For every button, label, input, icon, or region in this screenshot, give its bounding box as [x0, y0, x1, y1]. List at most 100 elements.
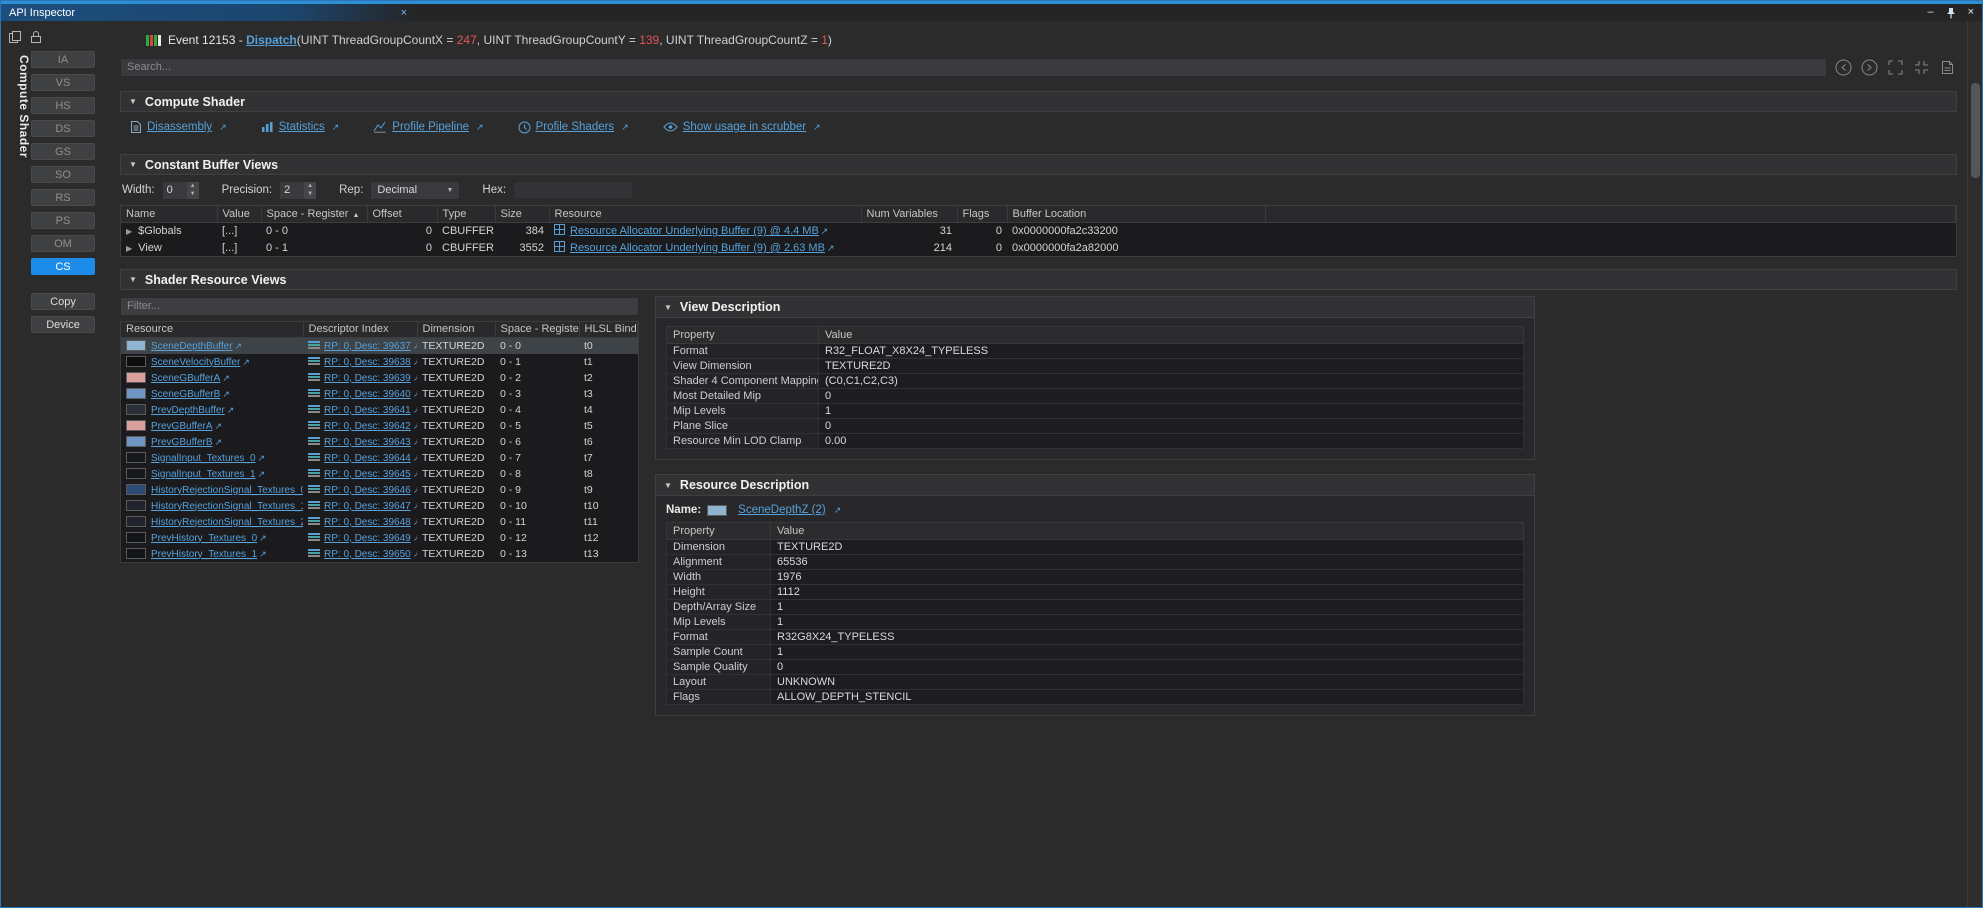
- stage-button[interactable]: DS: [31, 120, 95, 137]
- table-row[interactable]: SceneDepthBuffer↗ RP: 0, Desc: 39637↗ TE…: [121, 338, 638, 354]
- chevron-down-icon[interactable]: ▼: [129, 97, 137, 106]
- stage-button[interactable]: VS: [31, 74, 95, 91]
- hex-input[interactable]: [513, 181, 633, 199]
- constant-buffer-views-section-header[interactable]: ▼ Constant Buffer Views: [120, 154, 1957, 175]
- spin-down-icon[interactable]: ▼: [187, 190, 199, 199]
- resource-link[interactable]: Resource Allocator Underlying Buffer (9)…: [570, 225, 819, 237]
- descriptor-link[interactable]: RP: 0, Desc: 39645: [324, 469, 411, 480]
- table-row[interactable]: SceneVelocityBuffer↗ RP: 0, Desc: 39638↗…: [121, 354, 638, 370]
- resource-link[interactable]: SignalInput_Textures_1: [151, 469, 256, 480]
- column-header[interactable]: HLSL Bind: [579, 322, 638, 338]
- stage-button[interactable]: GS: [31, 143, 95, 160]
- link-label[interactable]: Profile Pipeline: [392, 121, 469, 133]
- descriptor-link[interactable]: RP: 0, Desc: 39650: [324, 549, 411, 560]
- chevron-down-icon[interactable]: ▼: [129, 275, 137, 284]
- descriptor-link[interactable]: RP: 0, Desc: 39639: [324, 373, 411, 384]
- row-expander-icon[interactable]: ▶: [126, 244, 132, 253]
- column-header[interactable]: Offset: [367, 206, 437, 222]
- stage-button[interactable]: SO: [31, 166, 95, 183]
- table-row[interactable]: HistoryRejectionSignal_Textures_1↗ RP: 0…: [121, 498, 638, 514]
- chevron-down-icon[interactable]: ▼: [129, 160, 137, 169]
- lock-icon[interactable]: [30, 30, 42, 44]
- column-header[interactable]: Name: [121, 206, 217, 222]
- table-row[interactable]: ▶$Globals [...] 0 - 0 0 CBUFFER 384 Reso…: [121, 222, 1956, 239]
- resource-link[interactable]: PrevGBufferB: [151, 437, 213, 448]
- column-header[interactable]: [1265, 206, 1956, 222]
- column-header[interactable]: Size: [495, 206, 549, 222]
- disassembly-link[interactable]: Disassembly ↗: [130, 120, 227, 134]
- column-header[interactable]: Num Variables: [861, 206, 957, 222]
- descriptor-link[interactable]: RP: 0, Desc: 39640: [324, 389, 411, 400]
- chevron-down-icon[interactable]: ▼: [664, 303, 672, 312]
- stage-button[interactable]: IA: [31, 51, 95, 68]
- table-row[interactable]: SignalInput_Textures_1↗ RP: 0, Desc: 396…: [121, 466, 638, 482]
- descriptor-link[interactable]: RP: 0, Desc: 39642: [324, 421, 411, 432]
- descriptor-link[interactable]: RP: 0, Desc: 39637: [324, 341, 411, 352]
- profile-pipeline-link[interactable]: Profile Pipeline ↗: [373, 121, 483, 133]
- resource-link[interactable]: PrevHistory_Textures_1: [151, 549, 257, 560]
- collapse-all-icon[interactable]: [1912, 58, 1931, 77]
- resource-link[interactable]: SceneVelocityBuffer: [151, 357, 240, 368]
- statistics-link[interactable]: Statistics ↗: [261, 121, 340, 133]
- resource-name-link[interactable]: SceneDepthZ (2): [738, 504, 826, 516]
- show-usage-scrubber-link[interactable]: Show usage in scrubber ↗: [663, 121, 821, 133]
- resource-link[interactable]: HistoryRejectionSignal_Textures_0: [151, 485, 303, 496]
- table-row[interactable]: HistoryRejectionSignal_Textures_2↗ RP: 0…: [121, 514, 638, 530]
- table-row[interactable]: SceneGBufferA↗ RP: 0, Desc: 39639↗ TEXTU…: [121, 370, 638, 386]
- table-row[interactable]: PrevGBufferA↗ RP: 0, Desc: 39642↗ TEXTUR…: [121, 418, 638, 434]
- resource-description-header[interactable]: ▼ Resource Description: [656, 475, 1534, 496]
- descriptor-link[interactable]: RP: 0, Desc: 39649: [324, 533, 411, 544]
- search-input[interactable]: [120, 58, 1827, 77]
- column-header[interactable]: Space - Register▲: [261, 206, 367, 222]
- column-header[interactable]: Buffer Location: [1007, 206, 1265, 222]
- table-row[interactable]: PrevHistory_Textures_1↗ RP: 0, Desc: 396…: [121, 546, 638, 562]
- resource-link[interactable]: PrevGBufferA: [151, 421, 213, 432]
- link-label[interactable]: Profile Shaders: [536, 121, 615, 133]
- column-header[interactable]: Resource: [121, 322, 303, 338]
- representation-dropdown[interactable]: Decimal ▼: [370, 181, 460, 200]
- resource-link[interactable]: SceneGBufferB: [151, 389, 220, 400]
- expand-all-icon[interactable]: [1886, 58, 1905, 77]
- sidebar-action-button[interactable]: Device: [31, 316, 95, 333]
- vertical-scrollbar[interactable]: [1967, 21, 1982, 907]
- event-call-link[interactable]: Dispatch: [246, 33, 297, 47]
- descriptor-link[interactable]: RP: 0, Desc: 39638: [324, 357, 411, 368]
- column-header[interactable]: Dimension: [417, 322, 495, 338]
- table-row[interactable]: ▶View [...] 0 - 1 0 CBUFFER 3552 Resourc…: [121, 239, 1956, 256]
- resource-link[interactable]: PrevHistory_Textures_0: [151, 533, 257, 544]
- column-header[interactable]: Flags: [957, 206, 1007, 222]
- history-back-icon[interactable]: [1834, 58, 1853, 77]
- sidebar-action-button[interactable]: Copy: [31, 293, 95, 310]
- spin-up-icon[interactable]: ▲: [187, 182, 199, 191]
- stage-button[interactable]: HS: [31, 97, 95, 114]
- chevron-down-icon[interactable]: ▼: [664, 481, 672, 490]
- resource-link[interactable]: SignalInput_Textures_0: [151, 453, 256, 464]
- table-row[interactable]: PrevDepthBuffer↗ RP: 0, Desc: 39641↗ TEX…: [121, 402, 638, 418]
- close-icon[interactable]: ×: [1968, 7, 1974, 18]
- table-row[interactable]: PrevGBufferB↗ RP: 0, Desc: 39643↗ TEXTUR…: [121, 434, 638, 450]
- shader-resource-views-section-header[interactable]: ▼ Shader Resource Views: [120, 269, 1957, 290]
- resource-link[interactable]: SceneGBufferA: [151, 373, 220, 384]
- descriptor-link[interactable]: RP: 0, Desc: 39646: [324, 485, 411, 496]
- export-report-icon[interactable]: [1938, 58, 1957, 77]
- filter-input[interactable]: [120, 297, 639, 316]
- column-header[interactable]: Type: [437, 206, 495, 222]
- spin-down-icon[interactable]: ▼: [304, 190, 316, 199]
- stage-button[interactable]: RS: [31, 189, 95, 206]
- resource-link[interactable]: Resource Allocator Underlying Buffer (9)…: [570, 242, 825, 254]
- view-description-header[interactable]: ▼ View Description: [656, 297, 1534, 318]
- descriptor-link[interactable]: RP: 0, Desc: 39644: [324, 453, 411, 464]
- descriptor-link[interactable]: RP: 0, Desc: 39648: [324, 517, 411, 528]
- title-tab[interactable]: API Inspector ×: [1, 4, 416, 21]
- resource-link[interactable]: SceneDepthBuffer: [151, 341, 233, 352]
- tab-close-icon[interactable]: ×: [398, 7, 410, 19]
- profile-shaders-link[interactable]: Profile Shaders ↗: [518, 121, 629, 134]
- descriptor-link[interactable]: RP: 0, Desc: 39641: [324, 405, 411, 416]
- history-forward-icon[interactable]: [1860, 58, 1879, 77]
- spin-up-icon[interactable]: ▲: [304, 182, 316, 191]
- column-header[interactable]: Value: [217, 206, 261, 222]
- descriptor-link[interactable]: RP: 0, Desc: 39647: [324, 501, 411, 512]
- precision-input[interactable]: [280, 182, 304, 199]
- scrollbar-thumb[interactable]: [1971, 83, 1980, 178]
- copy-pages-icon[interactable]: [8, 30, 22, 44]
